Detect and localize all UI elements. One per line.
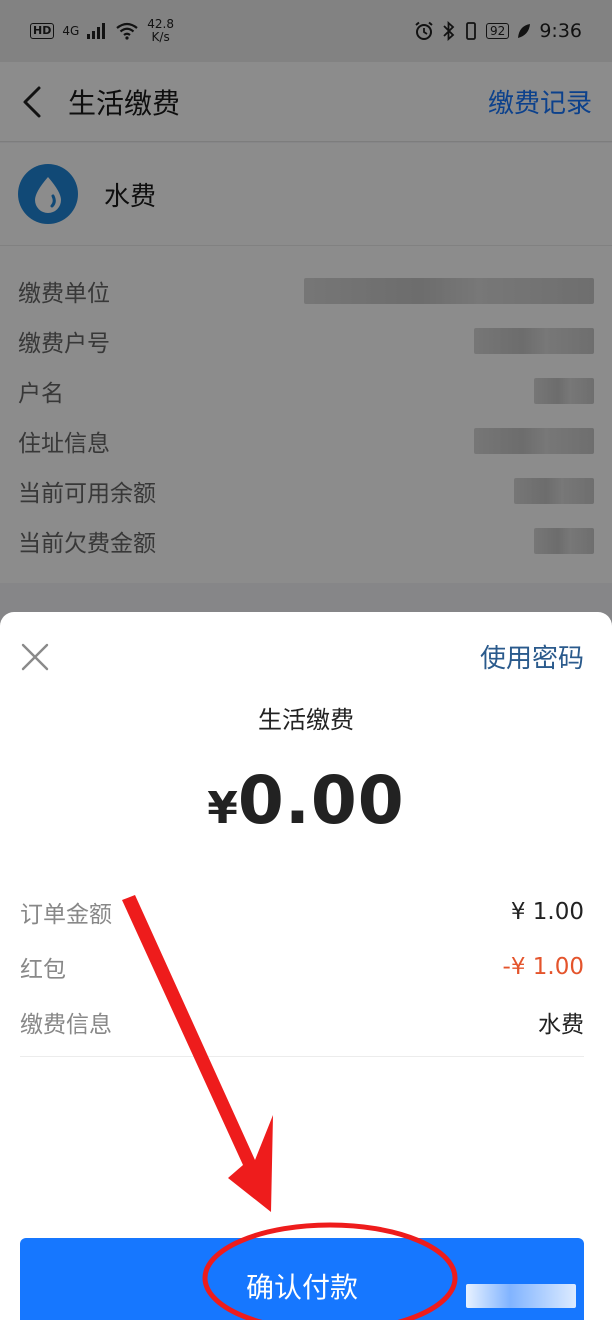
payment-details: 订单金额 ¥ 1.00 红包 -¥ 1.00 缴费信息 水费: [20, 884, 584, 1049]
divider: [20, 1056, 584, 1057]
currency-symbol: ¥: [207, 783, 238, 834]
detail-label: 订单金额: [20, 901, 112, 928]
payment-amount: ¥0.00: [0, 762, 612, 839]
sheet-title: 生活缴费: [258, 706, 354, 734]
detail-row-order-amount: 订单金额 ¥ 1.00: [20, 884, 584, 939]
payment-sheet: 使用密码 生活缴费 ¥0.00 订单金额 ¥ 1.00 红包 -¥ 1.00 缴…: [0, 612, 612, 1320]
detail-row-red-packet: 红包 -¥ 1.00: [20, 939, 584, 994]
use-password-link[interactable]: 使用密码: [480, 638, 584, 675]
detail-value: -¥ 1.00: [502, 953, 584, 980]
detail-label: 缴费信息: [20, 1011, 112, 1038]
detail-value: 水费: [538, 1011, 584, 1038]
detail-label: 红包: [20, 956, 66, 983]
detail-row-payment-info: 缴费信息 水费: [20, 994, 584, 1049]
close-icon[interactable]: [20, 642, 50, 672]
amount-value: 0.00: [237, 762, 405, 839]
redacted-blob: [466, 1284, 576, 1308]
confirm-button-label: 确认付款: [245, 1271, 358, 1304]
detail-value: ¥ 1.00: [510, 898, 584, 925]
